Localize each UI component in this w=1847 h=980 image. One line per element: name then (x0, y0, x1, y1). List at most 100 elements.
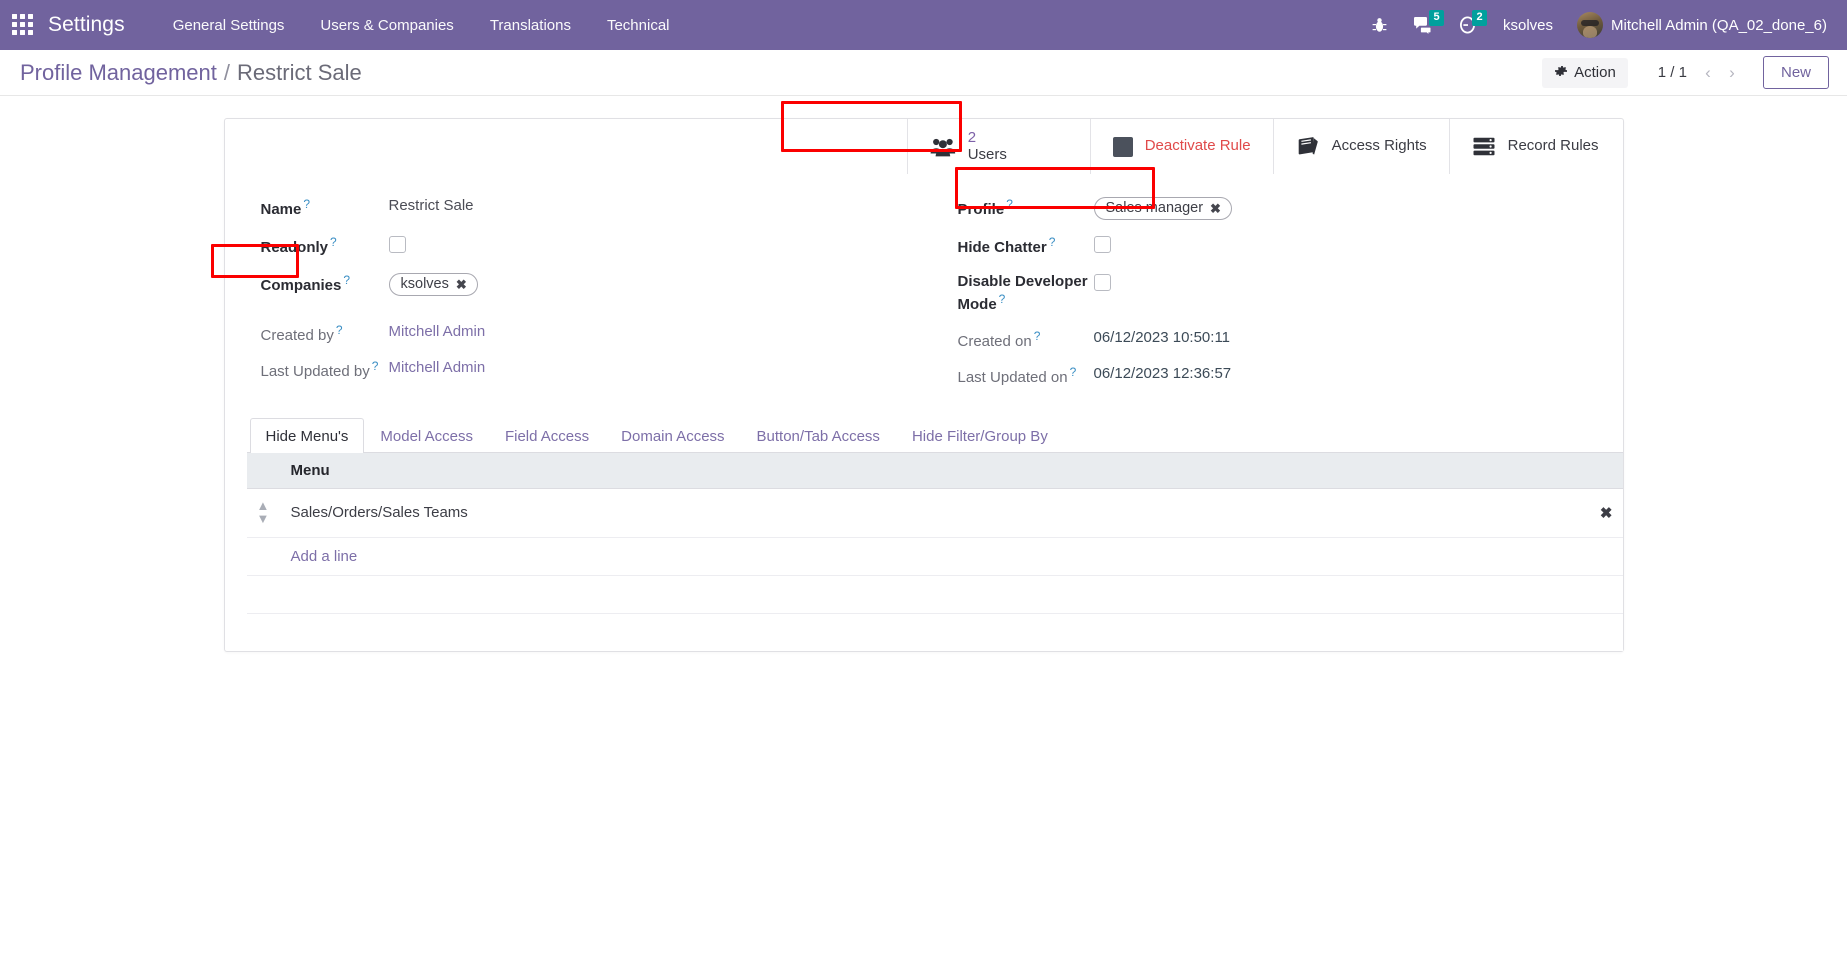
field-profile-value[interactable]: Sales manager ✖ (1094, 190, 1589, 220)
field-last-updated-by-value[interactable]: Mitchell Admin (389, 352, 486, 376)
form-view-background: 2 Users Deactivate Rule (0, 96, 1847, 652)
remove-tag-icon[interactable]: ✖ (456, 278, 467, 291)
field-created-on: Created on? 06/12/2023 10:50:11 (958, 322, 1589, 358)
remove-tag-icon[interactable]: ✖ (1210, 202, 1221, 215)
stat-button-users-label: Users (968, 147, 1007, 164)
form-sheet: 2 Users Deactivate Rule (224, 118, 1624, 652)
user-menu[interactable]: Mitchell Admin (QA_02_done_6) (1567, 8, 1833, 42)
breadcrumb-separator: / (224, 60, 230, 86)
stat-button-access-rights[interactable]: Access Rights (1273, 119, 1449, 174)
field-name-label: Name? (261, 190, 389, 220)
readonly-checkbox[interactable] (389, 236, 406, 253)
gear-icon (1554, 64, 1568, 82)
row-menu-cell[interactable]: Sales/Orders/Sales Teams (281, 488, 1563, 537)
stat-button-users[interactable]: 2 Users (907, 119, 1090, 174)
field-last-updated-on: Last Updated on? 06/12/2023 12:36:57 (958, 358, 1589, 394)
field-last-updated-on-label: Last Updated on? (958, 358, 1094, 386)
tooltip-icon[interactable]: ? (1049, 235, 1056, 249)
add-a-line-button[interactable]: Add a line (291, 548, 358, 565)
field-name: Name? Restrict Sale (261, 190, 890, 225)
row-handle-cell: ▲▼ (247, 488, 281, 537)
empty-cell (247, 613, 281, 651)
menu-item-technical[interactable]: Technical (589, 11, 688, 40)
tooltip-icon[interactable]: ? (336, 323, 343, 337)
empty-cell (247, 575, 281, 613)
add-line-cell: Add a line (281, 537, 1563, 575)
hide-chatter-checkbox[interactable] (1094, 236, 1111, 253)
notebook-tabs: Hide Menu's Model Access Field Access Do… (247, 418, 1623, 453)
tooltip-icon[interactable]: ? (999, 292, 1006, 306)
main-menu: General Settings Users & Companies Trans… (155, 11, 688, 40)
tooltip-icon[interactable]: ? (1034, 329, 1041, 343)
field-hide-chatter-value (1094, 228, 1589, 257)
delete-row-icon[interactable]: ✖ (1563, 488, 1623, 537)
tag-company[interactable]: ksolves ✖ (389, 273, 478, 296)
activities-count-badge: 2 (1472, 10, 1487, 26)
field-name-value[interactable]: Restrict Sale (389, 190, 890, 214)
tab-domain-access[interactable]: Domain Access (605, 418, 740, 453)
field-disable-developer-mode-value (1094, 266, 1589, 295)
drag-handle-icon[interactable]: ▲▼ (257, 499, 270, 525)
toggle-off-icon (1113, 137, 1133, 157)
tab-hide-filter-group-by[interactable]: Hide Filter/Group By (896, 418, 1064, 453)
book-icon (1296, 136, 1320, 157)
tab-hide-menus[interactable]: Hide Menu's (250, 418, 365, 453)
menu-item-users-companies[interactable]: Users & Companies (302, 11, 471, 40)
stat-button-record-rules-text: Record Rules (1508, 138, 1599, 155)
field-created-by-value[interactable]: Mitchell Admin (389, 316, 486, 340)
tag-profile[interactable]: Sales manager ✖ (1094, 197, 1232, 220)
tab-button-tab-access[interactable]: Button/Tab Access (741, 418, 896, 453)
top-navbar: Settings General Settings Users & Compan… (0, 0, 1847, 50)
empty-cell (1563, 575, 1623, 613)
stat-button-users-value: 2 (968, 130, 1007, 147)
notebook: Hide Menu's Model Access Field Access Do… (225, 418, 1623, 652)
add-line-handle-cell (247, 537, 281, 575)
control-panel: Profile Management / Restrict Sale Actio… (0, 50, 1847, 96)
field-companies-value[interactable]: ksolves ✖ (389, 266, 890, 296)
user-menu-label: Mitchell Admin (QA_02_done_6) (1611, 17, 1827, 34)
tooltip-icon[interactable]: ? (1006, 197, 1013, 211)
tooltip-icon[interactable]: ? (303, 197, 310, 211)
left-column-spacer (261, 304, 890, 316)
breadcrumb-current: Restrict Sale (237, 60, 362, 86)
bug-icon[interactable] (1359, 12, 1400, 39)
new-button[interactable]: New (1763, 56, 1829, 89)
stat-button-users-text: 2 Users (968, 130, 1007, 164)
tab-field-access[interactable]: Field Access (489, 418, 605, 453)
tab-model-access[interactable]: Model Access (364, 418, 489, 453)
chevron-left-icon[interactable]: ‹ (1697, 60, 1719, 86)
pager-count: 1 / 1 (1650, 64, 1695, 81)
column-header-handle (247, 453, 281, 489)
messages-menu[interactable]: 5 (1400, 11, 1446, 39)
tooltip-icon[interactable]: ? (330, 235, 337, 249)
list-empty-row (247, 613, 1623, 651)
tooltip-icon[interactable]: ? (1070, 365, 1077, 379)
table-row[interactable]: ▲▼ Sales/Orders/Sales Teams ✖ (247, 488, 1623, 537)
empty-cell (281, 575, 1563, 613)
activities-menu[interactable]: 2 (1446, 11, 1489, 39)
menu-list-table: Menu ▲▼ Sales/Orders/Sales Teams ✖ (247, 453, 1623, 652)
empty-cell (281, 613, 1563, 651)
field-profile: Profile? Sales manager ✖ (958, 190, 1589, 225)
tag-profile-label: Sales manager (1106, 200, 1204, 216)
column-header-actions (1563, 453, 1623, 489)
stat-button-deactivate-rule[interactable]: Deactivate Rule (1090, 119, 1273, 174)
tooltip-icon[interactable]: ? (372, 359, 379, 373)
field-profile-label: Profile? (958, 190, 1094, 220)
menu-item-translations[interactable]: Translations (472, 11, 589, 40)
breadcrumb-root[interactable]: Profile Management (20, 60, 217, 86)
field-last-updated-on-value: 06/12/2023 12:36:57 (1094, 358, 1232, 382)
app-brand-settings[interactable]: Settings (48, 13, 125, 37)
stat-button-record-rules[interactable]: Record Rules (1449, 119, 1621, 174)
field-readonly: Readonly? (261, 228, 890, 263)
action-button[interactable]: Action (1542, 58, 1628, 88)
users-icon (930, 137, 956, 157)
company-switcher[interactable]: ksolves (1489, 12, 1567, 39)
tooltip-icon[interactable]: ? (343, 273, 350, 287)
messages-count-badge: 5 (1429, 10, 1444, 26)
disable-developer-mode-checkbox[interactable] (1094, 274, 1111, 291)
menu-item-general-settings[interactable]: General Settings (155, 11, 303, 40)
field-readonly-value (389, 228, 890, 257)
chevron-right-icon[interactable]: › (1721, 60, 1743, 86)
apps-grid-icon[interactable] (12, 14, 34, 36)
